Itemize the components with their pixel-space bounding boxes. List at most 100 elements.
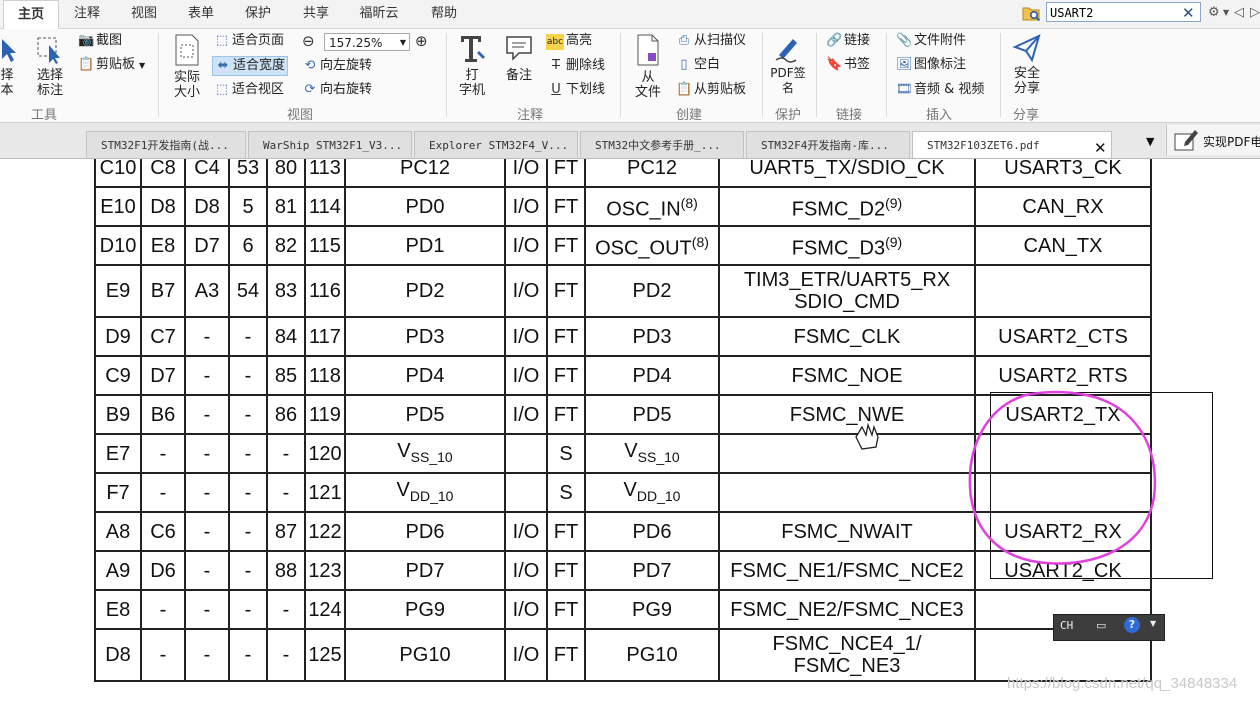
- underline-button[interactable]: U 下划线: [548, 82, 605, 98]
- secure-share-button[interactable]: 安全 分享: [1006, 33, 1048, 96]
- table-cell: PD3: [584, 316, 720, 357]
- cell-text: CAN_RX: [1022, 195, 1104, 218]
- file-icon: [637, 34, 659, 66]
- from-clipboard-button[interactable]: 📋 从剪贴板: [676, 82, 746, 98]
- fit-width-button[interactable]: ⬌ 适合宽度: [212, 56, 289, 76]
- table-cell: E8: [94, 589, 142, 630]
- cell-text: V: [397, 439, 411, 462]
- table-cell: VSS_10: [344, 433, 506, 474]
- menu-tab-foxit-cloud[interactable]: 福昕云: [350, 0, 408, 28]
- table-cell: -: [184, 628, 230, 682]
- table-cell: PD5: [344, 394, 506, 435]
- table-cell: 123: [304, 550, 346, 591]
- image-annotation-button[interactable]: 🖼图像标注: [896, 57, 966, 73]
- gear-icon[interactable]: ⚙: [1208, 4, 1220, 22]
- rotate-right-button[interactable]: ⟳ 向右旋转: [302, 82, 372, 98]
- table-cell: E10: [94, 186, 142, 227]
- table-cell: I/O: [504, 159, 548, 188]
- table-cell: I/O: [504, 589, 548, 630]
- menu-tab-help[interactable]: 帮助: [420, 0, 468, 28]
- clear-search-icon[interactable]: ✕: [1182, 4, 1195, 22]
- zoom-out-icon[interactable]: ⊖: [302, 33, 315, 49]
- clipboard-icon: 📋: [78, 57, 95, 72]
- zoom-field[interactable]: 157.25% ▼: [324, 33, 410, 51]
- menu-tab-view[interactable]: 视图: [120, 0, 168, 28]
- cell-text: I/O: [512, 325, 540, 348]
- cell-text: C7: [150, 325, 176, 348]
- menu-tab-comment[interactable]: 注释: [63, 0, 111, 28]
- screenshot-button[interactable]: 📷 截图: [78, 33, 122, 49]
- find-previous-icon[interactable]: ◁: [1234, 4, 1244, 22]
- menu-tab-home[interactable]: 主页: [3, 0, 59, 29]
- table-cell: FT: [546, 628, 586, 682]
- table-cell: -: [184, 589, 230, 630]
- tab-list-dropdown-icon[interactable]: ▼: [1146, 135, 1154, 148]
- audio-video-button[interactable]: 🎞音频 & 视频: [896, 82, 984, 98]
- group-label-comment: 注释: [517, 108, 544, 123]
- settings-dropdown-icon[interactable]: ▼: [1223, 4, 1229, 22]
- cell-text: FSMC_NCE4_1/: [772, 633, 922, 655]
- cell-text: 88: [274, 559, 298, 582]
- group-label-create: 创建: [676, 108, 703, 123]
- cell-text: 80: [274, 159, 298, 179]
- clipboard-button[interactable]: 📋 剪贴板 ▼: [78, 57, 145, 74]
- doc-tab[interactable]: Explorer STM32F4_V...: [414, 131, 578, 158]
- table-cell: -: [266, 433, 306, 474]
- cell-text: A3: [194, 280, 220, 302]
- table-cell: B6: [140, 394, 186, 435]
- cell-text: PD6: [632, 520, 672, 543]
- fit-page-button[interactable]: ⬚ 适合页面: [214, 33, 284, 49]
- doc-tab[interactable]: STM32F4开发指南-库...: [746, 131, 910, 158]
- from-file-button[interactable]: 从 文件: [628, 33, 668, 100]
- zoom-in-icon[interactable]: ⊕: [415, 33, 428, 49]
- doc-tab[interactable]: STM32中文参考手册_...: [580, 131, 744, 158]
- menu-tab-form[interactable]: 表单: [177, 0, 225, 28]
- file-attachment-button[interactable]: 📎 文件附件: [896, 33, 966, 49]
- strikeout-button[interactable]: T 删除线: [548, 58, 605, 74]
- realize-pdf-button[interactable]: 实现PDF电: [1166, 125, 1260, 155]
- close-tab-icon[interactable]: ✕: [1094, 139, 1107, 157]
- menu-tab-share[interactable]: 共享: [292, 0, 340, 28]
- find-folder-icon[interactable]: [1022, 5, 1042, 22]
- chevron-down-icon[interactable]: ▼: [1150, 619, 1156, 628]
- search-input[interactable]: USART2: [1046, 2, 1201, 22]
- typewriter-button[interactable]: 打 字机: [452, 33, 492, 98]
- ime-toolbar[interactable]: CH ▭ ? ▼: [1053, 614, 1165, 641]
- doc-tab-active[interactable]: STM32F103ZET6.pdf: [912, 131, 1112, 158]
- link-button[interactable]: 🔗 链接: [826, 33, 870, 49]
- keyboard-icon[interactable]: ▭: [1096, 619, 1106, 632]
- from-scanner-button[interactable]: ⎙ 从扫描仪: [676, 33, 746, 49]
- doc-tab[interactable]: STM32F1开发指南(战...: [86, 131, 246, 158]
- actual-size-button[interactable]: 实际 大小: [166, 33, 208, 100]
- zoom-dropdown-icon[interactable]: ▼: [400, 34, 406, 52]
- circle-annotation[interactable]: [966, 387, 1160, 569]
- blank-button[interactable]: ▯ 空白: [676, 57, 720, 73]
- table-cell: B9: [94, 394, 142, 435]
- document-page[interactable]: C10 C8 C4 53 80 113 PC12 I/O FT PC12 UART5_TX/SDIO…: [0, 159, 1260, 702]
- fit-visible-button[interactable]: ⬚ 适合视区: [214, 82, 284, 98]
- separator: [762, 33, 763, 117]
- table-cell: 116: [304, 264, 346, 318]
- rotate-left-button[interactable]: ⟲ 向左旋转: [302, 58, 372, 74]
- find-next-icon[interactable]: ▷: [1250, 4, 1260, 22]
- help-icon[interactable]: ?: [1124, 617, 1140, 633]
- select-annotation-button[interactable]: 选择 标注: [30, 35, 70, 98]
- ime-language-label[interactable]: CH: [1060, 619, 1073, 632]
- select-text-button[interactable]: 择 本: [0, 35, 22, 98]
- table-cell: FT: [546, 355, 586, 396]
- table-cell: -: [140, 628, 186, 682]
- table-cell: PD4: [584, 355, 720, 396]
- highlight-button[interactable]: abc 高亮: [546, 33, 592, 50]
- select-annotation-icon: [37, 37, 60, 64]
- note-button[interactable]: 备注: [500, 33, 538, 83]
- table-cell: FSMC_CLK: [718, 316, 976, 357]
- cell-text: FT: [553, 195, 579, 218]
- bookmark-button[interactable]: 🔖 书签: [826, 57, 870, 73]
- cell-text: D8: [150, 195, 176, 218]
- table-cell: -: [266, 628, 306, 682]
- table-cell: PD3: [344, 316, 506, 357]
- doc-tab[interactable]: WarShip STM32F1_V3...: [248, 131, 412, 158]
- menu-tab-protect[interactable]: 保护: [234, 0, 282, 28]
- select-annotation-label: 选择 标注: [36, 68, 63, 98]
- pdf-sign-button[interactable]: PDF签 名: [766, 33, 810, 96]
